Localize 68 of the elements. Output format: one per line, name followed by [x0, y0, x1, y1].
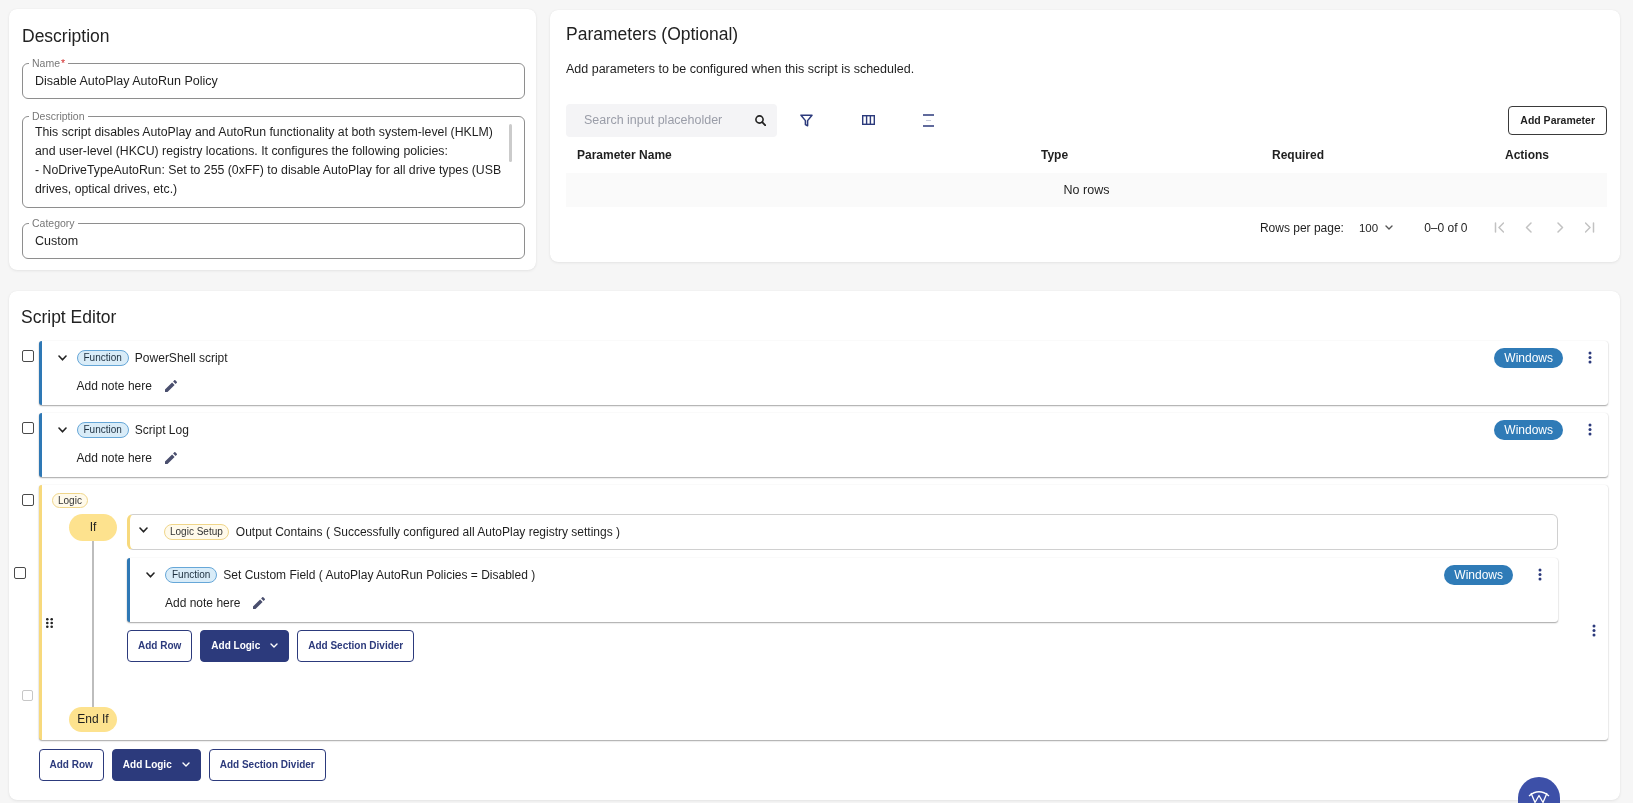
pencil-icon[interactable]: [164, 379, 177, 392]
add-row-button[interactable]: Add Row: [38, 748, 104, 781]
platform-badge: Windows: [1494, 347, 1563, 368]
more-options-icon[interactable]: [1588, 351, 1592, 364]
add-section-divider-button[interactable]: Add Section Divider: [208, 748, 326, 781]
field-label: Description: [31, 110, 86, 123]
category-field[interactable]: Category Custom: [22, 217, 525, 259]
card-title: Parameters (Optional): [566, 23, 740, 47]
logic-setup-tag: Logic Setup: [164, 524, 229, 540]
rows-per-page-label: Rows per page:: [1259, 220, 1344, 235]
more-options-icon[interactable]: [1591, 623, 1596, 637]
card-subtitle: Add parameters to be configured when this script is scheduled.: [566, 61, 916, 79]
caret-icon: [270, 643, 279, 648]
card-title: Description: [22, 25, 111, 48]
note-text[interactable]: Add note here: [76, 378, 152, 393]
field-label: Category: [31, 217, 76, 230]
search-icon: [755, 114, 766, 126]
caret-icon: [181, 762, 190, 767]
density-icon[interactable]: [922, 113, 935, 127]
function-name: Set Custom Field ( AutoPlay AutoRun Policies = Disabled ): [223, 567, 536, 582]
more-options-icon[interactable]: [1538, 568, 1542, 581]
pencil-icon[interactable]: [253, 596, 266, 609]
column-header[interactable]: Parameter Name: [577, 148, 1041, 163]
card-title: Script Editor: [21, 306, 118, 329]
end-if-tag: End If: [69, 706, 117, 732]
name-field[interactable]: Name* Disable AutoPlay AutoRun Policy: [22, 57, 525, 99]
column-header[interactable]: Type: [1041, 148, 1272, 163]
add-logic-button[interactable]: Add Logic: [111, 748, 201, 781]
add-parameter-button[interactable]: Add Parameter: [1508, 105, 1607, 135]
chevron-down-icon[interactable]: [57, 354, 67, 361]
chevron-down-icon[interactable]: [146, 571, 155, 578]
add-section-divider-button[interactable]: Add Section Divider: [297, 629, 415, 662]
arcs-icon: [1528, 790, 1550, 803]
add-logic-button[interactable]: Add Logic: [200, 629, 290, 662]
column-header[interactable]: Required: [1272, 148, 1505, 163]
function-name: PowerShell script: [134, 350, 228, 365]
chevron-down-icon[interactable]: [57, 426, 67, 433]
function-tag: Function: [76, 421, 129, 438]
logic-tag: Logic: [52, 493, 88, 508]
function-tag: Function: [76, 349, 129, 366]
empty-table-row: No rows: [566, 173, 1607, 207]
search-field[interactable]: Search input placeholder: [566, 103, 777, 137]
checkbox[interactable]: [21, 493, 34, 506]
condition-text: Output Contains ( Successfully configured all AutoPlay registry settings ): [235, 525, 620, 539]
add-row-button[interactable]: Add Row: [127, 629, 193, 662]
page-range: 0–0 of 0: [1424, 220, 1468, 235]
rows-per-page-select[interactable]: 100: [1358, 221, 1394, 234]
column-header[interactable]: Actions: [1505, 148, 1607, 163]
if-tag: If: [69, 514, 117, 541]
filter-icon[interactable]: [800, 113, 813, 127]
platform-badge: Windows: [1444, 564, 1513, 585]
scrollbar[interactable]: [509, 124, 512, 162]
note-text[interactable]: Add note here: [165, 595, 241, 610]
description-field[interactable]: Description This script disables AutoPlay and AutoRun functionality at both system-level (HKLM) and user-level (HKCU) registry locations. It configures the following policies: - NoDriveTypeAutoRun: Set to 255 (0xFF) to disable AutoPlay for all drive types (USB drives, optical drives, etc.): [22, 110, 525, 208]
function-tag: Function: [165, 566, 218, 583]
platform-badge: Windows: [1494, 419, 1563, 440]
field-label: Name*: [31, 57, 67, 70]
note-text[interactable]: Add note here: [76, 450, 152, 465]
drag-handle-icon[interactable]: [46, 617, 53, 628]
checkbox[interactable]: [21, 422, 34, 434]
checkbox[interactable]: [21, 350, 34, 362]
more-options-icon[interactable]: [1588, 423, 1592, 436]
chevron-down-icon[interactable]: [139, 526, 148, 533]
function-name: Script Log: [134, 422, 189, 437]
pencil-icon[interactable]: [164, 451, 177, 464]
caret-icon: [1385, 225, 1394, 231]
checkbox[interactable]: [14, 567, 26, 579]
columns-icon[interactable]: [862, 115, 875, 126]
